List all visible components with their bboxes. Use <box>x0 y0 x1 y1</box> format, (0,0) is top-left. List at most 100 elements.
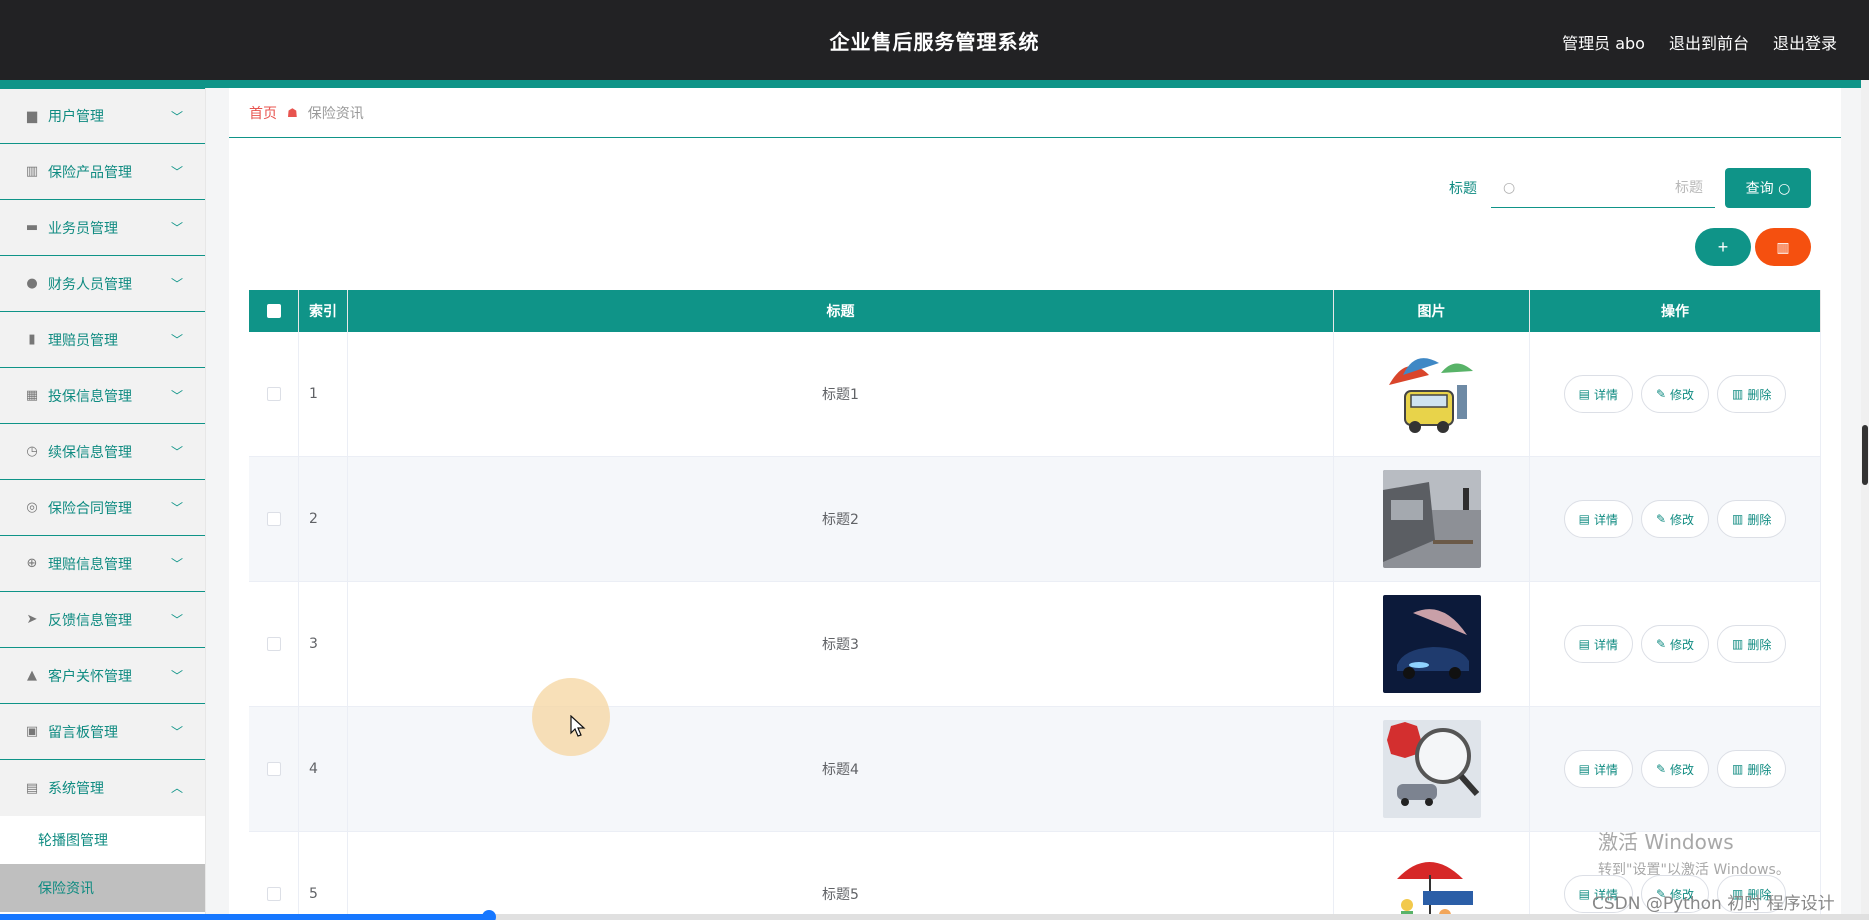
add-button[interactable]: + <box>1695 228 1751 266</box>
sidebar-item-customer-care[interactable]: ▲ 客户关怀管理 ﹀ <box>0 648 205 704</box>
row-checkbox[interactable] <box>266 887 281 901</box>
person-card-icon: ▲ <box>27 668 37 683</box>
batch-delete-button[interactable]: ▥ <box>1755 228 1811 266</box>
delete-label: 删除 <box>1747 512 1772 527</box>
title-search-input[interactable] <box>1523 179 1703 196</box>
select-all-checkbox[interactable] <box>266 304 281 318</box>
car-accident-thumbnail[interactable] <box>1382 470 1481 568</box>
detail-label: 详情 <box>1593 387 1618 402</box>
ring-icon: ◎ <box>26 500 38 515</box>
pencil-icon: ✎ <box>1655 512 1667 526</box>
admin-name[interactable]: 管理员 abo <box>1562 30 1645 54</box>
doc-icon: ▤ <box>1578 762 1590 776</box>
query-button[interactable]: 查询 ○ <box>1725 168 1811 208</box>
search-label: 标题 <box>1449 181 1477 197</box>
sidebar-item-users[interactable]: ▆ 用户管理 ﹀ <box>0 88 205 144</box>
edit-button[interactable]: ✎ 修改 <box>1640 750 1710 788</box>
table-row: 2 标题2 ▤ 详情 ✎ 修改 ▥ 删除 <box>249 457 1821 582</box>
row-checkbox[interactable] <box>266 637 281 651</box>
chevron-down-icon: ﹀ <box>170 725 183 739</box>
sidebar-item-label: 用户管理 <box>48 109 104 125</box>
delete-button[interactable]: ▥ 删除 <box>1717 625 1787 663</box>
sidebar-item-label: 保险产品管理 <box>48 164 132 181</box>
detail-button[interactable]: ▤ 详情 <box>1563 750 1633 788</box>
table-row: 3 标题3 ▤ 详情 ✎ 修改 ▥ 删除 <box>249 582 1821 707</box>
delete-button[interactable]: ▥ 删除 <box>1717 750 1787 788</box>
sidebar-subitem-insurance-news[interactable]: 保险资讯 <box>0 864 205 912</box>
row-check-cell <box>249 832 299 920</box>
news-table: 索引 标题 图片 操作 1 标题1 ▤ 详情 ✎ 修改 ▥ 删除 2 标题2 ▤… <box>249 290 1821 920</box>
edit-button[interactable]: ✎ 修改 <box>1640 500 1710 538</box>
row-check-cell <box>249 332 299 456</box>
sidebar-item-system[interactable]: ▤ 系统管理 ︿ <box>0 760 205 816</box>
edit-button[interactable]: ✎ 修改 <box>1640 625 1710 663</box>
windows-watermark-line1: 激活 Windows <box>1598 830 1734 854</box>
chevron-down-icon: ﹀ <box>170 221 183 235</box>
trash-icon: ▥ <box>1776 238 1790 255</box>
doc-icon: ▤ <box>1578 512 1590 526</box>
sidebar-item-label: 业务员管理 <box>48 220 118 237</box>
page-scrollbar[interactable] <box>1861 80 1869 920</box>
row-check-cell <box>249 707 299 831</box>
sidebar-item-insurance-products[interactable]: ▥ 保险产品管理 ﹀ <box>0 144 205 200</box>
detail-label: 详情 <box>1593 512 1618 527</box>
row-checkbox[interactable] <box>266 762 281 776</box>
detail-button[interactable]: ▤ 详情 <box>1563 625 1633 663</box>
search-bar: 标题 ○ 查询 ○ <box>1449 168 1811 208</box>
sidebar-item-message-board[interactable]: ▣ 留言板管理 ﹀ <box>0 704 205 760</box>
row-index: 5 <box>299 832 348 920</box>
breadcrumb-home[interactable]: 首页 <box>249 103 277 123</box>
umbrella-car-thumbnail[interactable] <box>1382 345 1481 443</box>
row-check-cell <box>249 457 299 581</box>
doc-icon: ▤ <box>1578 387 1590 401</box>
search-icon: ○ <box>1778 181 1791 197</box>
row-checkbox[interactable] <box>266 387 281 401</box>
table-body: 1 标题1 ▤ 详情 ✎ 修改 ▥ 删除 2 标题2 ▤ 详情 ✎ 修改 ▥ 删… <box>249 332 1821 920</box>
sidebar-item-salesmen[interactable]: ▬ 业务员管理 ﹀ <box>0 200 205 256</box>
delete-label: 删除 <box>1747 637 1772 652</box>
table-row: 1 标题1 ▤ 详情 ✎ 修改 ▥ 删除 <box>249 332 1821 457</box>
header-select-all[interactable] <box>249 290 299 332</box>
scrollbar-thumb[interactable] <box>1862 425 1868 485</box>
exit-to-front-link[interactable]: 退出到前台 <box>1669 30 1749 54</box>
red-umbrella-family-thumbnail[interactable] <box>1382 845 1481 920</box>
edit-label: 修改 <box>1670 637 1695 652</box>
trash-icon: ▥ <box>1732 387 1744 401</box>
sidebar-item-claim-info[interactable]: ⊕ 理赔信息管理 ﹀ <box>0 536 205 592</box>
sidebar-subitem-carousel[interactable]: 轮播图管理 <box>0 816 205 864</box>
sidebar-item-renewal-info[interactable]: ◷ 续保信息管理 ﹀ <box>0 424 205 480</box>
detail-button[interactable]: ▤ 详情 <box>1563 500 1633 538</box>
query-button-label: 查询 <box>1745 181 1774 197</box>
stop-sign-magnifier-thumbnail[interactable] <box>1382 720 1481 818</box>
action-buttons: + ▥ <box>1695 228 1811 266</box>
sidebar-item-contracts[interactable]: ◎ 保险合同管理 ﹀ <box>0 480 205 536</box>
sidebar-item-feedback[interactable]: ➤ 反馈信息管理 ﹀ <box>0 592 205 648</box>
row-index: 3 <box>299 582 348 706</box>
sidebar-item-finance-staff[interactable]: ● 财务人员管理 ﹀ <box>0 256 205 312</box>
sidebar-item-claim-adjusters[interactable]: ▮ 理赔员管理 ﹀ <box>0 312 205 368</box>
progress-knob[interactable] <box>482 910 496 920</box>
video-progress-bar[interactable] <box>0 910 1869 920</box>
header-image: 图片 <box>1334 290 1530 332</box>
app-root: 企业售后服务管理系统 管理员 abo 退出到前台 退出登录 ▆ 用户管理 ﹀ ▥… <box>0 0 1869 920</box>
detail-button[interactable]: ▤ 详情 <box>1563 375 1633 413</box>
row-checkbox[interactable] <box>266 512 281 526</box>
table-header: 索引 标题 图片 操作 <box>249 290 1821 332</box>
logout-link[interactable]: 退出登录 <box>1773 30 1837 54</box>
pencil-icon: ✎ <box>1655 637 1667 651</box>
sidebar-item-label: 保险合同管理 <box>48 500 132 517</box>
header-title: 标题 <box>348 290 1334 332</box>
search-box: ○ <box>1491 168 1715 208</box>
car-umbrella-night-thumbnail[interactable] <box>1382 595 1481 693</box>
delete-button[interactable]: ▥ 删除 <box>1717 375 1787 413</box>
delete-label: 删除 <box>1747 762 1772 777</box>
row-title: 标题1 <box>348 332 1334 456</box>
row-ops: ▤ 详情 ✎ 修改 ▥ 删除 <box>1530 707 1821 831</box>
sidebar-item-policy-info[interactable]: ▦ 投保信息管理 ﹀ <box>0 368 205 424</box>
breadcrumb-current: 保险资讯 <box>307 105 364 122</box>
chevron-down-icon: ﹀ <box>170 669 183 683</box>
delete-button[interactable]: ▥ 删除 <box>1717 500 1787 538</box>
person-icon: ● <box>26 276 38 291</box>
header-accent-bar <box>0 80 1869 88</box>
edit-button[interactable]: ✎ 修改 <box>1640 375 1710 413</box>
